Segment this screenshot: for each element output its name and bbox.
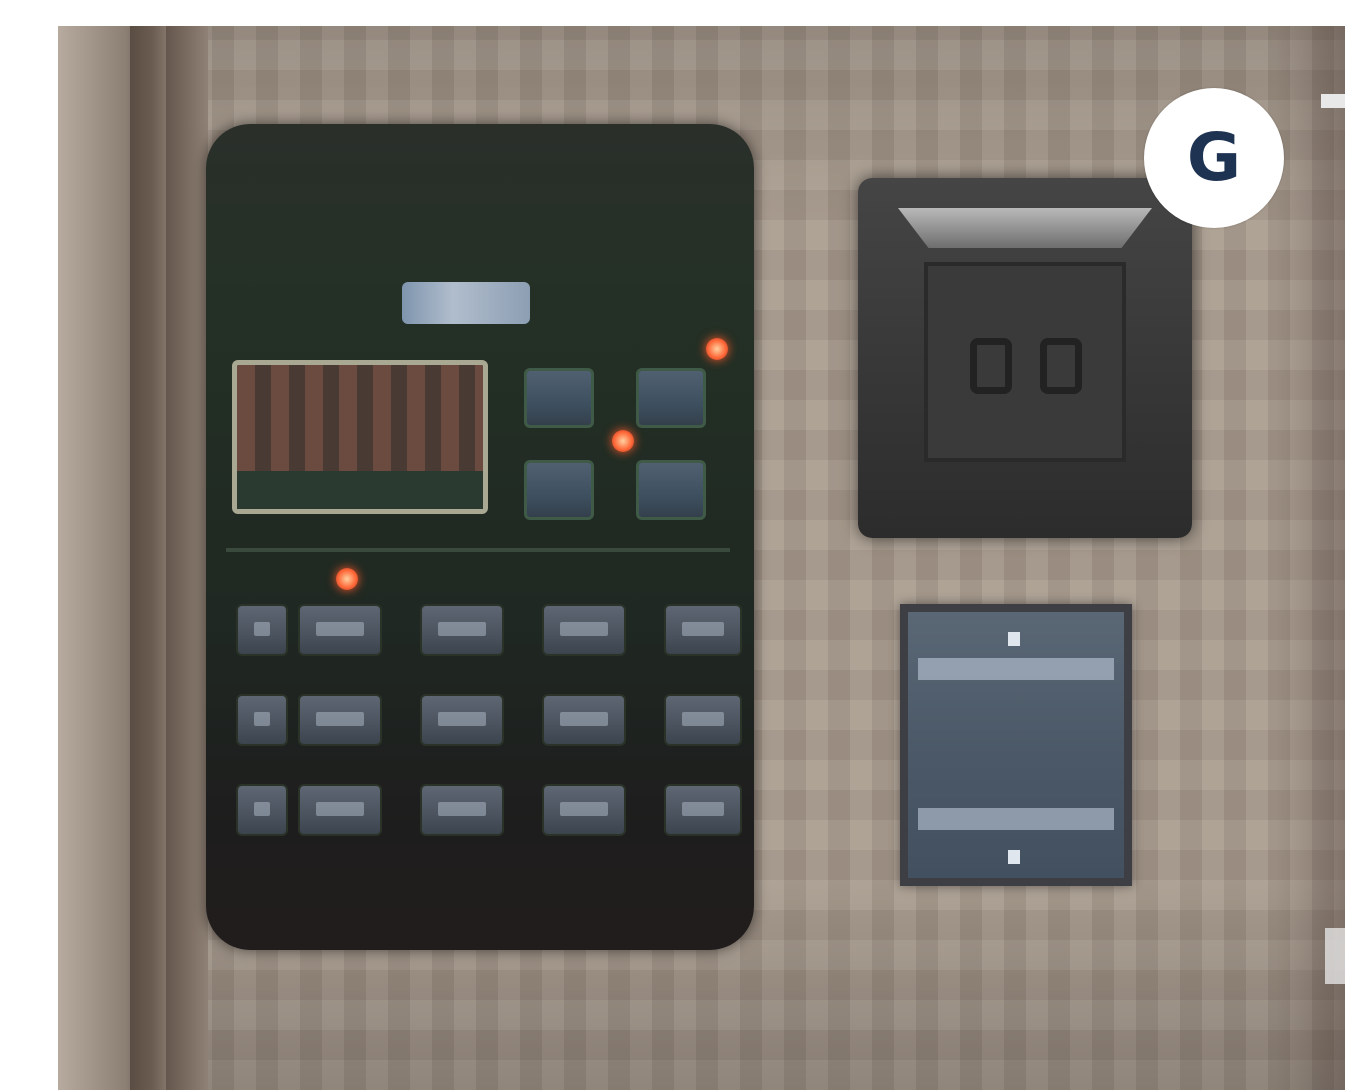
panel-key — [664, 604, 742, 656]
thermostat-digit — [970, 338, 1012, 394]
panel-key — [420, 784, 504, 836]
label-badge: G — [1144, 88, 1284, 228]
panel-key — [298, 604, 382, 656]
panel-logo — [402, 282, 530, 324]
panel-display — [232, 360, 488, 514]
panel-key-small — [236, 694, 288, 746]
thermostat-screen — [924, 262, 1126, 462]
thermostat-digit — [1040, 338, 1082, 394]
indicator-led-1 — [706, 338, 728, 360]
panel-side-button-2 — [636, 368, 706, 428]
switch-indicator — [1008, 850, 1020, 864]
switch-indicator — [1008, 632, 1020, 646]
panel-key-small — [236, 604, 288, 656]
panel-side-button-3 — [524, 460, 594, 520]
indicator-led-2 — [612, 430, 634, 452]
panel-key — [420, 694, 504, 746]
wall-switch-plate — [900, 604, 1132, 886]
panel-key — [664, 694, 742, 746]
panel-divider — [226, 548, 730, 552]
panel-key — [664, 784, 742, 836]
control-panel — [206, 124, 754, 950]
panel-key — [298, 784, 382, 836]
thermostat — [858, 178, 1192, 538]
wall-edge-shadow — [130, 26, 166, 1090]
wall-right-mark — [1325, 928, 1345, 984]
wall-right-mark — [1321, 94, 1345, 108]
thermostat-top-bezel — [898, 208, 1152, 248]
panel-side-button-1 — [524, 368, 594, 428]
panel-side-button-4 — [636, 460, 706, 520]
indicator-led-3 — [336, 568, 358, 590]
image-canvas: G — [0, 0, 1345, 1090]
panel-display-base — [237, 471, 483, 509]
switch-bar-bottom — [918, 808, 1114, 830]
panel-key — [420, 604, 504, 656]
switch-bar-top — [918, 658, 1114, 680]
panel-key — [542, 694, 626, 746]
panel-key — [542, 604, 626, 656]
panel-key-small — [236, 784, 288, 836]
panel-key — [298, 694, 382, 746]
panel-key — [542, 784, 626, 836]
badge-letter: G — [1186, 119, 1242, 196]
